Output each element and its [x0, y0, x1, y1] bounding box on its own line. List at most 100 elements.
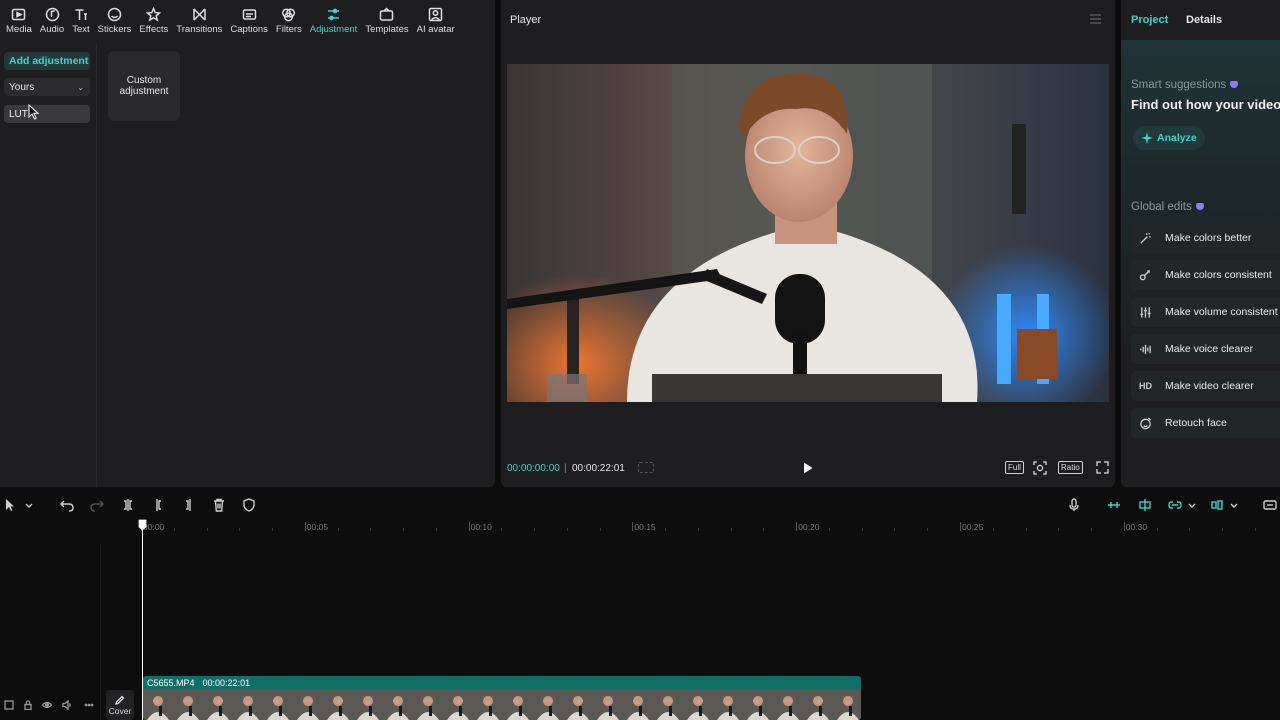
tool-transitions[interactable]: Transitions: [172, 0, 226, 40]
full-quality-button[interactable]: Full: [1005, 461, 1024, 474]
hd-icon: HD: [1139, 381, 1152, 391]
ruler-minor-tick: [534, 528, 536, 531]
aspect-ratio-button[interactable]: Ratio: [1058, 461, 1083, 474]
eye-icon[interactable]: [41, 700, 53, 710]
track-toggle-icon[interactable]: [4, 700, 14, 710]
premium-gem-icon: [1230, 81, 1239, 89]
ruler-major-tick: [304, 522, 306, 531]
play-icon[interactable]: [803, 462, 813, 474]
player-panel: Player 00:00:00:00 | 00:00:22:01 Full Ra…: [501, 0, 1115, 487]
preview-axis-icon[interactable]: [1210, 498, 1224, 512]
ruler-minor-tick: [763, 528, 765, 531]
ruler-minor-tick: [403, 528, 405, 531]
tool-stickers[interactable]: Stickers: [94, 0, 136, 40]
tool-label: Templates: [365, 24, 409, 35]
media-icon: [12, 8, 26, 21]
clip-frame: [323, 690, 353, 720]
speaker-icon[interactable]: [62, 699, 72, 711]
clip-name: C5655.MP4: [147, 678, 195, 688]
voice-wave-icon: [1139, 343, 1165, 356]
ruler-minor-tick: [730, 528, 732, 531]
delete-icon[interactable]: [212, 498, 226, 512]
tab-details[interactable]: Details: [1186, 14, 1222, 26]
custom-adjustment-card[interactable]: Custom adjustment: [108, 51, 180, 121]
video-clip[interactable]: C5655.MP4 00:00:22:01: [143, 676, 861, 720]
current-timecode: 00:00:00:00: [507, 463, 560, 474]
global-edit-make-colors-consistent[interactable]: Make colors consistent: [1131, 260, 1280, 290]
video-preview[interactable]: [507, 64, 1109, 402]
global-edit-label: Make colors better: [1165, 232, 1252, 244]
global-edit-retouch-face[interactable]: Retouch face: [1131, 408, 1280, 438]
cover-button[interactable]: Cover: [106, 690, 134, 720]
trim-left-icon[interactable]: [152, 498, 166, 512]
adjustment-source-dropdown[interactable]: Yours ⌄: [4, 78, 90, 96]
global-edit-label: Make volume consistent: [1165, 306, 1278, 318]
menu-icon[interactable]: [1090, 14, 1101, 24]
timeline-settings-icon[interactable]: [1263, 498, 1277, 512]
global-edit-label: Make colors consistent: [1165, 269, 1272, 281]
tool-filters[interactable]: Filters: [272, 0, 306, 40]
select-tool-icon[interactable]: [3, 498, 17, 512]
link-clips-icon[interactable]: [1107, 498, 1121, 512]
volume-sliders-icon: [1139, 306, 1165, 319]
global-edit-make-volume-consistent[interactable]: Make volume consistent: [1131, 297, 1280, 327]
link-icon[interactable]: [1168, 498, 1182, 512]
clip-frame: [353, 690, 383, 720]
ruler-tick-label: 00:20: [798, 522, 820, 532]
tool-media[interactable]: Media: [2, 0, 36, 40]
chevron-down-icon[interactable]: [1185, 498, 1199, 512]
media-panel: Media Audio Text Stickers Effects Transitions…: [0, 0, 495, 487]
clip-frame: [773, 690, 803, 720]
clip-frame: [533, 690, 563, 720]
global-edit-label: Retouch face: [1165, 417, 1227, 429]
ruler-minor-tick: [599, 528, 601, 531]
microphone-icon[interactable]: [1067, 498, 1081, 512]
timecode-format-icon[interactable]: [638, 462, 654, 473]
clip-header: C5655.MP4 00:00:22:01: [143, 676, 861, 690]
ruler-minor-tick: [1091, 528, 1093, 531]
tool-label: Audio: [39, 24, 65, 35]
snap-icon[interactable]: [1138, 498, 1152, 512]
ruler-minor-tick: [337, 528, 339, 531]
tool-captions[interactable]: Captions: [226, 0, 272, 40]
chevron-down-icon[interactable]: [1227, 498, 1241, 512]
more-icon[interactable]: [84, 700, 94, 710]
split-icon[interactable]: [121, 498, 135, 512]
lut-item[interactable]: LUT: [4, 105, 90, 123]
ruler-minor-tick: [1058, 528, 1060, 531]
tool-effects[interactable]: Effects: [135, 0, 172, 40]
tool-label: Text: [72, 24, 90, 35]
ruler-minor-tick: [1156, 528, 1158, 531]
tool-ai-avatar[interactable]: AI avatar: [413, 0, 459, 40]
global-edit-make-video-clearer[interactable]: HD Make video clearer: [1131, 371, 1280, 401]
trim-right-icon[interactable]: [181, 498, 195, 512]
tab-project[interactable]: Project: [1131, 14, 1168, 26]
tool-text[interactable]: Text: [68, 0, 93, 40]
clip-frame: [143, 690, 173, 720]
ruler-major-tick: [796, 522, 798, 531]
timeline-ruler[interactable]: 00:00 00:05 00:10 00:15 00:20 00:25 00:30: [0, 519, 1280, 533]
playhead-line[interactable]: [142, 524, 143, 720]
clip-duration: 00:00:22:01: [202, 678, 251, 688]
add-adjustment-button[interactable]: Add adjustment: [4, 52, 90, 70]
color-match-icon: [1139, 269, 1165, 282]
global-edit-make-voice-clearer[interactable]: Make voice clearer: [1131, 334, 1280, 364]
playhead-handle[interactable]: [138, 519, 147, 531]
redo-icon[interactable]: [90, 498, 104, 512]
analyze-button[interactable]: Analyze: [1133, 126, 1205, 150]
chevron-down-icon[interactable]: [22, 498, 36, 512]
timeline-toolbar: [0, 493, 1280, 517]
ruler-minor-tick: [665, 528, 667, 531]
undo-icon[interactable]: [60, 498, 74, 512]
tool-templates[interactable]: Templates: [361, 0, 412, 40]
shield-icon[interactable]: [242, 498, 256, 512]
global-edit-make-colors-better[interactable]: Make colors better: [1131, 223, 1280, 253]
smart-suggestions-text: Smart suggestions: [1131, 79, 1227, 91]
zoom-fit-icon[interactable]: [1033, 461, 1047, 475]
fullscreen-icon[interactable]: [1096, 461, 1109, 474]
adjustment-sidebar: Add adjustment Yours ⌄ LUT: [0, 44, 97, 487]
lock-icon[interactable]: [23, 700, 33, 711]
ruler-minor-tick: [1254, 528, 1256, 531]
tool-adjustment[interactable]: Adjustment: [306, 0, 362, 40]
tool-audio[interactable]: Audio: [36, 0, 68, 40]
